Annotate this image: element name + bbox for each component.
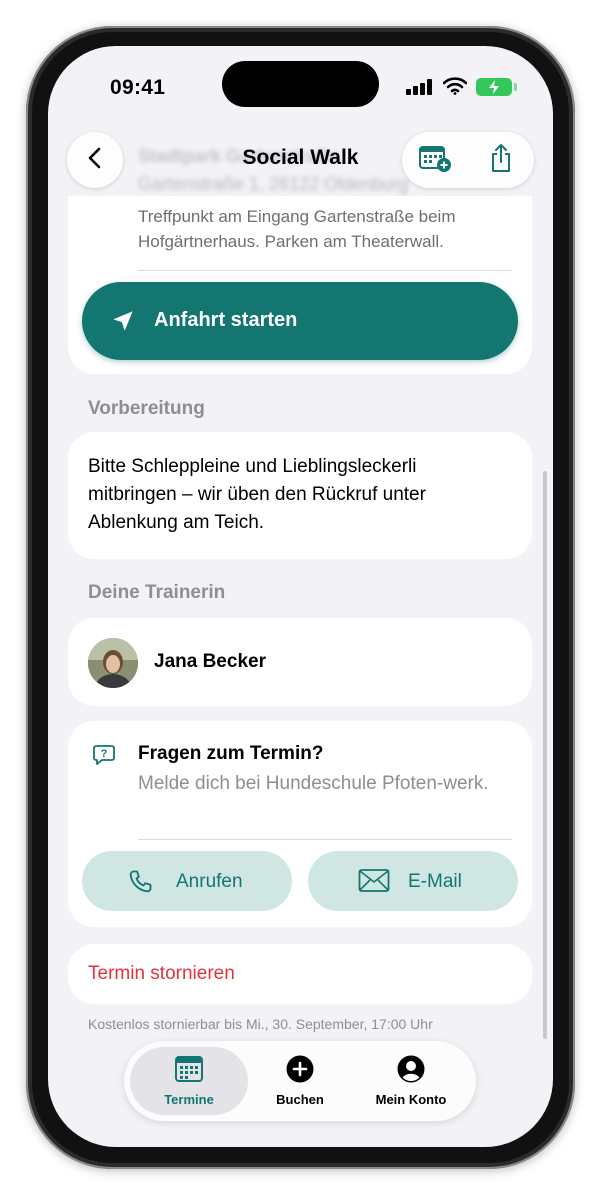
share-button[interactable] — [468, 132, 534, 188]
start-route-button[interactable]: Anfahrt starten — [82, 282, 518, 360]
question-bubble-icon: ? — [92, 743, 116, 772]
battery-tip — [514, 83, 517, 91]
navigation-bar: Social Walk — [48, 132, 553, 196]
tab-buchen[interactable]: Buchen — [241, 1047, 359, 1115]
location-card: Treffpunkt am Eingang Gartenstraße beim … — [68, 196, 532, 374]
wifi-icon — [442, 77, 468, 100]
person-circle-icon — [397, 1055, 425, 1088]
tab-label: Mein Konto — [375, 1092, 447, 1107]
cancel-appointment-button[interactable]: Termin stornieren — [88, 963, 235, 985]
questions-card: ? Fragen zum Termin? Melde dich bei Hund… — [68, 721, 532, 927]
nav-actions-group — [402, 132, 534, 188]
meeting-point-text: Treffpunkt am Eingang Gartenstraße beim … — [138, 207, 456, 251]
preparation-card: Bitte Schleppleine und Lieblingsleckerli… — [68, 432, 532, 559]
share-icon — [488, 142, 514, 179]
status-bar: 09:41 — [48, 46, 553, 132]
preparation-text: Bitte Schleppleine und Lieblingsleckerli… — [88, 456, 426, 533]
battery-icon — [476, 78, 512, 96]
email-button[interactable]: E-Mail — [308, 851, 518, 911]
start-route-label: Anfahrt starten — [154, 309, 298, 331]
calendar-add-icon — [418, 143, 452, 178]
tab-label: Termine — [164, 1092, 214, 1107]
preparation-heading: Vorbereitung — [88, 398, 205, 419]
trainer-avatar — [88, 638, 138, 688]
divider — [138, 839, 512, 840]
trainer-name: Jana Becker — [154, 651, 266, 672]
tab-bar: Termine Buchen Mein Konto — [124, 1041, 476, 1121]
plus-circle-icon — [286, 1055, 314, 1088]
tab-label: Buchen — [276, 1092, 324, 1107]
svg-text:?: ? — [101, 748, 108, 760]
questions-title: Fragen zum Termin? — [138, 743, 324, 764]
trainer-card[interactable]: Jana Becker — [68, 618, 532, 706]
add-to-calendar-button[interactable] — [402, 132, 468, 188]
dynamic-island — [222, 61, 379, 107]
trainer-heading: Deine Trainerin — [88, 582, 226, 603]
divider — [138, 270, 512, 271]
call-label: Anrufen — [176, 871, 243, 892]
questions-subtitle: Melde dich bei Hundeschule Pfoten-werk. — [138, 773, 489, 794]
tab-termine[interactable]: Termine — [130, 1047, 248, 1115]
phone-icon — [126, 868, 154, 901]
tab-mein-konto[interactable]: Mein Konto — [352, 1047, 470, 1115]
cancel-card[interactable]: Termin stornieren — [68, 944, 532, 1004]
call-button[interactable]: Anrufen — [82, 851, 292, 911]
app-screen: Stadtpark Gartenstraße Gartenstraße 1, 2… — [48, 46, 553, 1147]
navigation-arrow-icon — [110, 308, 136, 339]
cancellation-note: Kostenlos stornierbar bis Mi., 30. Septe… — [88, 1016, 433, 1032]
email-label: E-Mail — [408, 871, 462, 892]
status-time: 09:41 — [110, 76, 166, 99]
scrollbar[interactable] — [543, 471, 547, 1039]
cellular-signal-icon — [406, 79, 432, 95]
envelope-icon — [358, 868, 390, 899]
calendar-icon — [175, 1055, 203, 1088]
